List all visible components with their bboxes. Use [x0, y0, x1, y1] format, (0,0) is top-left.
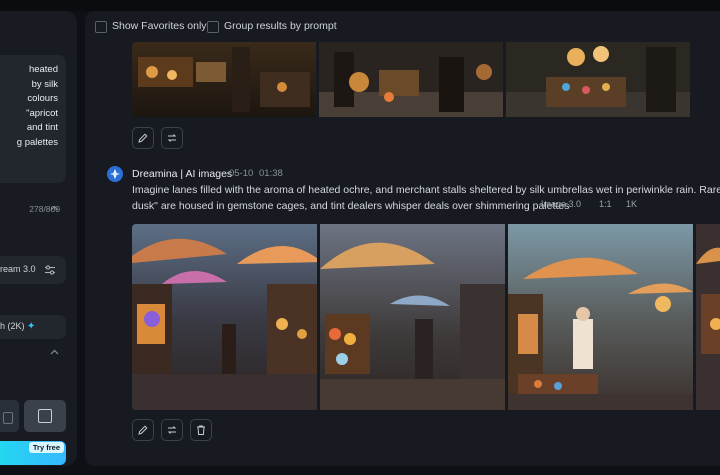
image-strip: [132, 224, 720, 410]
prompt-line: dusk" are housed in gemstone cages, and …: [132, 200, 570, 212]
favorites-label[interactable]: Show Favorites only: [112, 20, 207, 32]
image-strip: [132, 42, 720, 117]
regenerate-button[interactable]: [161, 127, 183, 149]
results-feed: Show Favorites only Group results by pro…: [85, 11, 720, 466]
resolution-label: h (2K) ✦: [0, 321, 36, 332]
edit-button[interactable]: [132, 419, 154, 441]
repeat-icon: [167, 426, 177, 434]
delete-button[interactable]: [190, 419, 212, 441]
prompt-line: Imagine lanes filled with the aroma of h…: [132, 184, 720, 196]
chevron-up-icon[interactable]: [50, 203, 59, 213]
chevron-up-icon[interactable]: [50, 347, 59, 357]
result-time: 01:38: [259, 168, 283, 179]
prompt-input[interactable]: heated by silk colours "apricot and tint…: [0, 55, 66, 214]
resolution-select[interactable]: h (2K) ✦: [0, 315, 66, 339]
repeat-icon: [167, 134, 177, 142]
edit-button[interactable]: [132, 127, 154, 149]
try-free-badge: Try free: [28, 442, 64, 453]
filter-bar: Show Favorites only Group results by pro…: [85, 11, 720, 41]
trash-icon: [197, 425, 205, 435]
settings-sliders-icon: [44, 263, 56, 275]
aspect-ratio-option-selected[interactable]: [24, 400, 66, 432]
dreamina-logo-icon: [110, 169, 120, 179]
author-name: Dreamina | AI images: [132, 168, 233, 180]
generated-image[interactable]: [320, 224, 505, 410]
generated-image[interactable]: [319, 42, 503, 117]
quality-tag: 1K: [626, 199, 638, 209]
ratio-tag: 1:1: [599, 199, 612, 209]
model-select[interactable]: ream 3.0: [0, 256, 66, 284]
pencil-icon: [138, 133, 148, 143]
generated-image[interactable]: [506, 42, 690, 117]
generated-image[interactable]: [508, 224, 693, 410]
generated-image[interactable]: [696, 224, 720, 410]
generated-image[interactable]: [132, 224, 317, 410]
model-label: ream 3.0: [0, 264, 36, 274]
group-checkbox[interactable]: [207, 21, 219, 33]
sparkle-icon: ✦: [27, 321, 36, 332]
model-tag: Image 3.0: [541, 199, 582, 209]
top-band: [0, 0, 720, 11]
ratio-portrait-icon: [3, 412, 13, 424]
ratio-square-icon: [38, 409, 52, 423]
pencil-icon: [138, 425, 148, 435]
generation-panel: heated by silk colours "apricot and tint…: [0, 11, 77, 466]
avatar: [107, 166, 123, 182]
prompt-text: heated by silk colours "apricot and tint…: [16, 64, 58, 148]
generated-image[interactable]: [132, 42, 316, 117]
aspect-ratio-option[interactable]: [0, 400, 19, 432]
result-date: 05-10: [229, 168, 254, 179]
generate-button[interactable]: Try free: [0, 441, 66, 465]
regenerate-button[interactable]: [161, 419, 183, 441]
favorites-checkbox[interactable]: [95, 21, 107, 33]
group-label[interactable]: Group results by prompt: [224, 20, 337, 32]
